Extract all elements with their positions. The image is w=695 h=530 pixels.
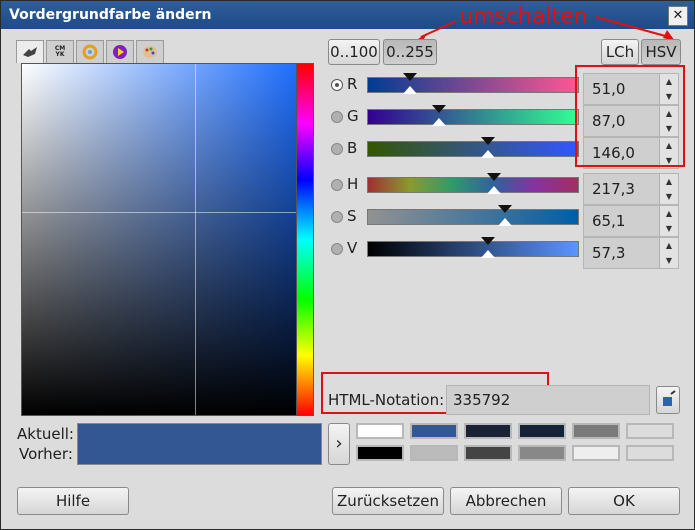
channel-spinbox[interactable]: 57,3 ▲ ▼ bbox=[583, 237, 679, 269]
slider-marker[interactable] bbox=[480, 137, 495, 145]
color-dialog: Vordergrundfarbe ändern ✕ umschalten CMY… bbox=[0, 0, 695, 530]
slider-marker-bottom bbox=[480, 250, 495, 258]
channel-spinbox[interactable]: 65,1 ▲ ▼ bbox=[583, 205, 679, 237]
sv-gradient bbox=[22, 64, 296, 415]
history-swatch[interactable] bbox=[356, 445, 404, 461]
hue-strip[interactable] bbox=[296, 63, 314, 416]
range-255-button[interactable]: 0..255 bbox=[383, 39, 437, 65]
eyedropper-icon bbox=[663, 390, 676, 406]
previous-label: Vorher: bbox=[19, 445, 73, 463]
slider-marker[interactable] bbox=[432, 105, 447, 113]
channel-value: 57,3 bbox=[592, 244, 626, 262]
triangle-icon bbox=[113, 45, 127, 59]
channel-radio[interactable] bbox=[331, 211, 343, 223]
saturation-value-area[interactable] bbox=[21, 63, 297, 416]
slider-marker-bottom bbox=[480, 150, 495, 158]
history-swatch[interactable] bbox=[464, 423, 512, 439]
channel-label: S bbox=[347, 207, 357, 225]
history-swatch[interactable] bbox=[626, 423, 674, 439]
channel-slider[interactable] bbox=[367, 73, 579, 94]
tab-wheel[interactable] bbox=[76, 40, 104, 63]
channel-value: 65,1 bbox=[592, 212, 626, 230]
ok-button[interactable]: OK bbox=[568, 487, 680, 515]
selector-tabs: CMYK bbox=[16, 40, 166, 63]
reset-button[interactable]: Zurücksetzen bbox=[332, 487, 444, 515]
channel-slider[interactable] bbox=[367, 205, 579, 226]
channel-slider[interactable] bbox=[367, 137, 579, 158]
tab-palette[interactable] bbox=[136, 40, 164, 63]
channel-label: B bbox=[347, 139, 358, 157]
history-swatch[interactable] bbox=[626, 445, 674, 461]
slider-marker-bottom bbox=[497, 218, 512, 226]
spin-arrows-icon[interactable]: ▲ ▼ bbox=[659, 174, 678, 204]
hsv-button[interactable]: HSV bbox=[641, 39, 681, 65]
spin-arrows-icon[interactable]: ▲ ▼ bbox=[659, 206, 678, 236]
cancel-button[interactable]: Abbrechen bbox=[450, 487, 562, 515]
range-100-button[interactable]: 0..100 bbox=[328, 39, 380, 65]
slider-marker-bottom bbox=[487, 186, 501, 194]
add-to-history-button[interactable]: › bbox=[328, 423, 350, 465]
channel-label: R bbox=[347, 75, 358, 93]
wheel-icon bbox=[82, 44, 98, 60]
channel-value: 217,3 bbox=[592, 180, 635, 198]
slider-marker[interactable] bbox=[480, 237, 495, 245]
slider-marker[interactable] bbox=[497, 205, 512, 213]
channel-radio[interactable] bbox=[331, 79, 343, 91]
wilber-icon bbox=[23, 47, 37, 57]
highlight-rgb-values bbox=[575, 65, 685, 167]
history-swatch[interactable] bbox=[464, 445, 512, 461]
slider-marker-bottom bbox=[403, 86, 417, 94]
tab-triangle[interactable] bbox=[106, 40, 134, 63]
history-swatch[interactable] bbox=[518, 445, 566, 461]
slider-marker[interactable] bbox=[487, 173, 501, 181]
palette-icon bbox=[143, 46, 157, 58]
channel-radio[interactable] bbox=[331, 179, 343, 191]
history-swatch[interactable] bbox=[410, 445, 458, 461]
channel-spinbox[interactable]: 217,3 ▲ ▼ bbox=[583, 173, 679, 205]
spin-arrows-icon[interactable]: ▲ ▼ bbox=[659, 238, 678, 268]
help-button[interactable]: Hilfe bbox=[17, 487, 129, 515]
channel-label: H bbox=[347, 175, 359, 193]
history-swatch[interactable] bbox=[356, 423, 404, 439]
current-label: Aktuell: bbox=[17, 425, 74, 443]
html-notation-value: 335792 bbox=[453, 391, 511, 409]
history-swatch[interactable] bbox=[410, 423, 458, 439]
lch-button[interactable]: LCh bbox=[601, 39, 639, 65]
channel-slider[interactable] bbox=[367, 173, 579, 194]
html-notation-input[interactable]: 335792 bbox=[446, 385, 650, 415]
channel-slider[interactable] bbox=[367, 237, 579, 258]
window-title: Vordergrundfarbe ändern bbox=[9, 7, 212, 23]
html-notation-label: HTML-Notation: bbox=[328, 391, 445, 409]
channel-label: V bbox=[347, 239, 358, 257]
channel-slider[interactable] bbox=[367, 105, 579, 126]
grid-line-horizontal bbox=[22, 212, 296, 213]
tab-cmyk[interactable]: CMYK bbox=[46, 40, 74, 63]
history-swatch[interactable] bbox=[572, 445, 620, 461]
slider-marker-bottom bbox=[432, 118, 447, 126]
channel-radio[interactable] bbox=[331, 243, 343, 255]
slider-marker[interactable] bbox=[403, 73, 417, 81]
color-picker-button[interactable] bbox=[656, 386, 680, 414]
history-swatch[interactable] bbox=[572, 423, 620, 439]
tab-scales[interactable] bbox=[16, 40, 44, 63]
channel-label: G bbox=[347, 107, 359, 125]
channel-radio[interactable] bbox=[331, 111, 343, 123]
color-history bbox=[356, 423, 681, 465]
history-swatch[interactable] bbox=[518, 423, 566, 439]
channel-radio[interactable] bbox=[331, 143, 343, 155]
cmyk-icon: CMYK bbox=[54, 45, 66, 58]
current-color-swatch bbox=[77, 423, 322, 465]
grid-line-vertical bbox=[195, 64, 196, 415]
